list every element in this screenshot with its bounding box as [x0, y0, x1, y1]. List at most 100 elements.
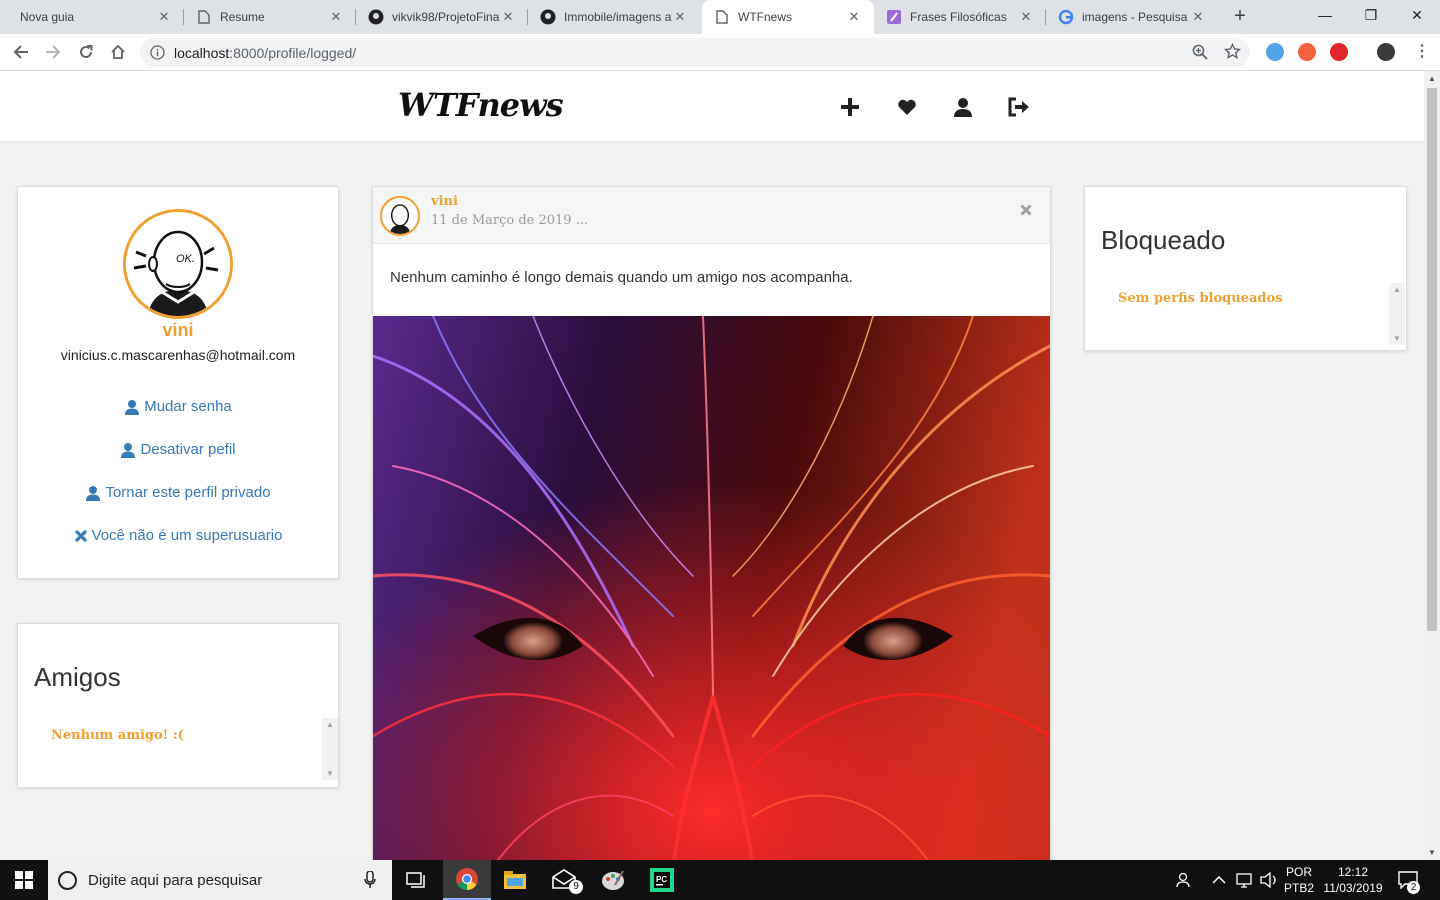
- address-bar[interactable]: localhost:8000/profile/logged/: [140, 38, 1250, 67]
- superuser-status-link[interactable]: Você não é um superusuario: [18, 527, 338, 544]
- scrollbar-thumb[interactable]: [1427, 88, 1437, 631]
- site-logo[interactable]: WTFnews: [398, 86, 564, 124]
- profile-username: vini: [162, 320, 194, 340]
- taskbar-search-box[interactable]: Digite aqui para pesquisar: [48, 860, 392, 900]
- deactivate-profile-link[interactable]: Desativar pefil: [18, 441, 338, 458]
- friends-empty-message: Nenhum amigo! :(: [51, 728, 184, 743]
- file-explorer-icon[interactable]: [491, 860, 539, 900]
- blocked-empty-message: Sem perfis bloqueados: [1118, 291, 1283, 306]
- chrome-menu-icon[interactable]: ⋮: [1414, 43, 1430, 61]
- tab-wtfnews[interactable]: WTFnews ✕: [702, 0, 874, 34]
- page-scrollbar[interactable]: ▲ ▼: [1424, 71, 1440, 860]
- zoom-icon[interactable]: [1192, 44, 1208, 65]
- back-arrow-icon[interactable]: [9, 40, 33, 64]
- chrome-taskbar-icon[interactable]: [443, 860, 491, 900]
- scroll-up-arrow-icon[interactable]: ▲: [322, 720, 338, 729]
- new-tab-button[interactable]: +: [1228, 5, 1252, 29]
- heart-icon[interactable]: [895, 95, 919, 119]
- user-icon: [125, 399, 140, 415]
- mail-icon[interactable]: 9: [541, 860, 589, 900]
- tab-google-imagens[interactable]: imagens - Pesquisa ✕: [1046, 0, 1218, 34]
- tab-title: Frases Filosóficas: [910, 10, 1007, 24]
- close-tab-icon[interactable]: ✕: [1018, 9, 1034, 25]
- tab-title: Immobile/imagens at: [564, 10, 672, 24]
- home-icon[interactable]: [106, 40, 130, 64]
- tab-title: imagens - Pesquisa: [1082, 10, 1188, 24]
- close-tab-icon[interactable]: ✕: [672, 9, 688, 25]
- network-icon[interactable]: [1236, 860, 1254, 900]
- scroll-up-arrow-icon[interactable]: ▲: [1424, 74, 1440, 83]
- windows-start-icon[interactable]: [0, 860, 48, 900]
- language-indicator[interactable]: POR PTB2: [1284, 860, 1314, 900]
- site-header: WTFnews: [0, 71, 1424, 142]
- scroll-up-arrow-icon[interactable]: ▲: [1389, 285, 1405, 294]
- tab-resume[interactable]: Resume ✕: [184, 0, 356, 34]
- user-icon[interactable]: [951, 95, 975, 119]
- info-icon[interactable]: [150, 45, 165, 65]
- post-date: 11 de Março de 2019 ...: [431, 213, 589, 228]
- scroll-down-arrow-icon[interactable]: ▼: [322, 769, 338, 778]
- taskbar-search-placeholder: Digite aqui para pesquisar: [88, 872, 263, 889]
- tab-frases-filosoficas[interactable]: Frases Filosóficas ✕: [874, 0, 1046, 34]
- opera-extension-icon[interactable]: [1330, 43, 1348, 61]
- url-path: :8000/profile/logged/: [229, 45, 357, 61]
- tab-github-projetofinal[interactable]: vikvik98/ProjetoFinal ✕: [356, 0, 528, 34]
- reload-icon[interactable]: [74, 40, 98, 64]
- tab-nova-guia[interactable]: Nova guia ✕: [8, 0, 184, 34]
- tab-title: vikvik98/ProjetoFinal: [392, 10, 500, 24]
- change-password-link[interactable]: Mudar senha: [18, 398, 338, 415]
- blocked-list-scrollbar[interactable]: ▲ ▼: [1389, 283, 1405, 345]
- svg-text:PC: PC: [656, 875, 667, 884]
- task-view-icon[interactable]: [392, 860, 440, 900]
- profile-avatar: OK.: [123, 209, 233, 319]
- language-top: POR: [1286, 865, 1313, 879]
- tab-title: Nova guia: [20, 10, 75, 24]
- link-label: Mudar senha: [144, 398, 232, 415]
- profile-avatar-icon[interactable]: [1377, 43, 1395, 61]
- paint-icon[interactable]: [589, 860, 637, 900]
- volume-icon[interactable]: [1260, 860, 1278, 900]
- minimize-button[interactable]: —: [1302, 0, 1348, 30]
- link-label: Você não é um superusuario: [91, 527, 283, 544]
- times-icon: [74, 529, 87, 542]
- tab-github-immobile[interactable]: Immobile/imagens at ✕: [528, 0, 700, 34]
- bookmark-star-icon[interactable]: [1223, 42, 1242, 65]
- microphone-icon[interactable]: [364, 870, 376, 894]
- tab-title: WTFnews: [738, 10, 792, 24]
- post-author[interactable]: vini: [431, 194, 458, 209]
- close-tab-icon[interactable]: ✕: [846, 9, 862, 25]
- make-private-link[interactable]: Tornar este perfil privado: [18, 484, 338, 501]
- close-window-button[interactable]: ✕: [1394, 0, 1440, 30]
- restore-button[interactable]: ❐: [1348, 0, 1394, 30]
- logout-icon[interactable]: [1007, 95, 1031, 119]
- close-icon[interactable]: [1020, 203, 1032, 221]
- tab-title: Resume: [220, 10, 265, 24]
- people-icon[interactable]: [1176, 860, 1194, 900]
- github-icon: [368, 9, 384, 25]
- link-label: Tornar este perfil privado: [105, 484, 271, 501]
- post-author-avatar[interactable]: [380, 196, 420, 236]
- browser-tab-strip: Nova guia ✕ Resume ✕ vikvik98/ProjetoFin…: [0, 0, 1440, 34]
- close-tab-icon[interactable]: ✕: [500, 9, 516, 25]
- scroll-down-arrow-icon[interactable]: ▼: [1424, 848, 1440, 857]
- mail-badge: 9: [569, 880, 583, 894]
- scroll-down-arrow-icon[interactable]: ▼: [1389, 334, 1405, 343]
- forward-arrow-icon[interactable]: [41, 40, 65, 64]
- clock[interactable]: 12:12 11/03/2019: [1322, 860, 1384, 900]
- pycharm-icon[interactable]: PC: [638, 860, 686, 900]
- user-icon: [86, 485, 101, 501]
- notification-icon[interactable]: 2: [1398, 860, 1420, 900]
- close-tab-icon[interactable]: ✕: [1190, 9, 1206, 25]
- plus-icon[interactable]: [838, 95, 862, 119]
- profile-panel: OK. vini vinicius.c.mascarenhas@hotmail.…: [17, 186, 339, 579]
- extension-icon[interactable]: [1298, 43, 1316, 61]
- friends-panel: Amigos Nenhum amigo! :( ▲ ▼: [17, 623, 339, 788]
- language-bottom: PTB2: [1284, 881, 1315, 895]
- close-tab-icon[interactable]: ✕: [156, 9, 172, 25]
- friends-list-scrollbar[interactable]: ▲ ▼: [322, 718, 338, 780]
- close-tab-icon[interactable]: ✕: [328, 9, 344, 25]
- cloud-extension-icon[interactable]: [1266, 43, 1284, 61]
- blocked-panel: Bloqueado Sem perfis bloqueados ▲ ▼: [1084, 186, 1407, 351]
- show-hidden-icons-chevron-icon[interactable]: [1212, 860, 1226, 900]
- link-label: Desativar pefil: [140, 441, 236, 458]
